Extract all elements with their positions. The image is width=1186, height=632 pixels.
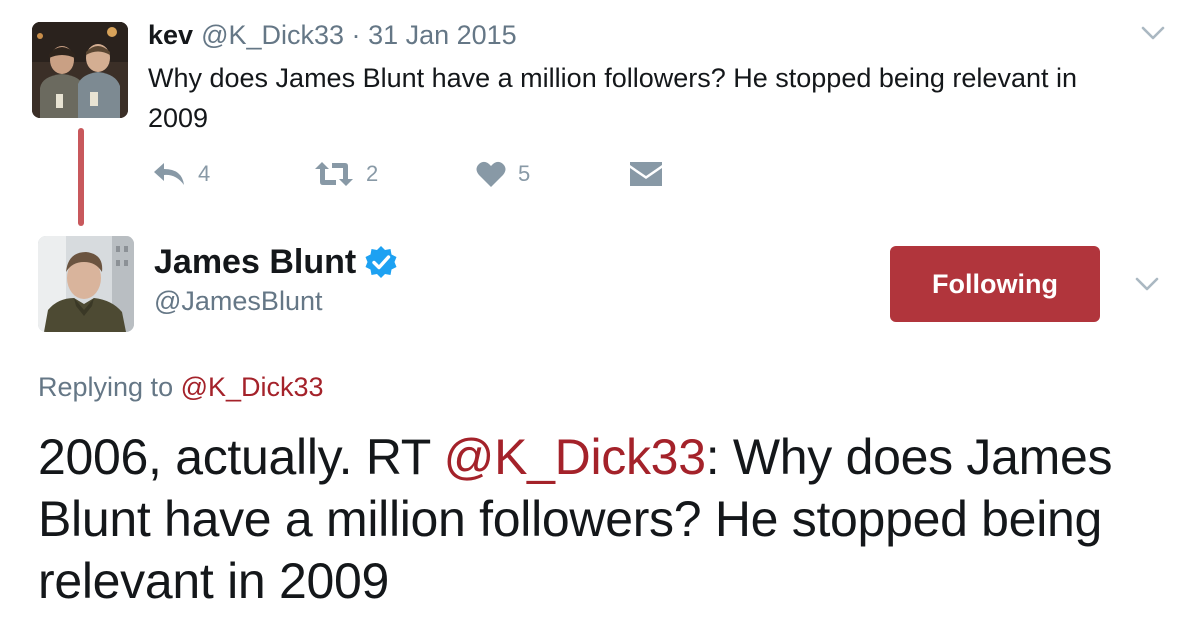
retweet-button[interactable]: 2: [314, 152, 378, 196]
original-tweet-header: kev @K_Dick33 · 31 Jan 2015: [148, 18, 517, 52]
reply-tweet-text: 2006, actually. RT @K_Dick33: Why does J…: [38, 426, 1148, 612]
original-author-name[interactable]: kev: [148, 20, 193, 51]
retweet-icon: [315, 162, 353, 186]
reply-author-name[interactable]: James Blunt: [154, 243, 356, 282]
original-tweet-text: Why does James Blunt have a million foll…: [148, 63, 1077, 133]
original-author-handle[interactable]: @K_Dick33: [201, 20, 344, 50]
profile-photo-icon: [38, 236, 134, 332]
reply-icon: [154, 163, 184, 185]
retweet-count: 2: [366, 161, 379, 186]
heart-icon: [476, 161, 506, 187]
reply-author-handle[interactable]: @JamesBlunt: [154, 286, 322, 317]
reply-text-start: 2006, actually. RT: [38, 429, 444, 485]
reply-count: 4: [198, 161, 211, 186]
direct-message-button[interactable]: [630, 152, 662, 196]
chevron-down-icon[interactable]: [1133, 270, 1161, 298]
reply-button[interactable]: 4: [152, 152, 210, 196]
original-tweet-date[interactable]: 31 Jan 2015: [368, 20, 517, 50]
replying-to-line: Replying to @K_Dick33: [38, 372, 324, 403]
replying-to-handle-link[interactable]: @K_Dick33: [181, 372, 324, 402]
reply-author-name-row: James Blunt: [154, 240, 398, 284]
kev-avatar[interactable]: [32, 22, 128, 118]
like-button[interactable]: 5: [476, 152, 530, 196]
chevron-down-icon[interactable]: [1139, 19, 1167, 47]
envelope-icon: [630, 162, 662, 186]
mention-link[interactable]: @K_Dick33: [444, 429, 706, 485]
verified-badge-icon: [365, 246, 397, 278]
following-button[interactable]: Following: [890, 246, 1100, 322]
thread-connector-line: [78, 128, 84, 226]
replying-to-label: Replying to: [38, 372, 174, 402]
original-author-meta: @K_Dick33 · 31 Jan 2015: [201, 20, 517, 51]
profile-photo-icon: [32, 22, 128, 118]
james-blunt-avatar[interactable]: [38, 236, 134, 332]
meta-separator: ·: [351, 19, 361, 50]
like-count: 5: [518, 161, 531, 186]
